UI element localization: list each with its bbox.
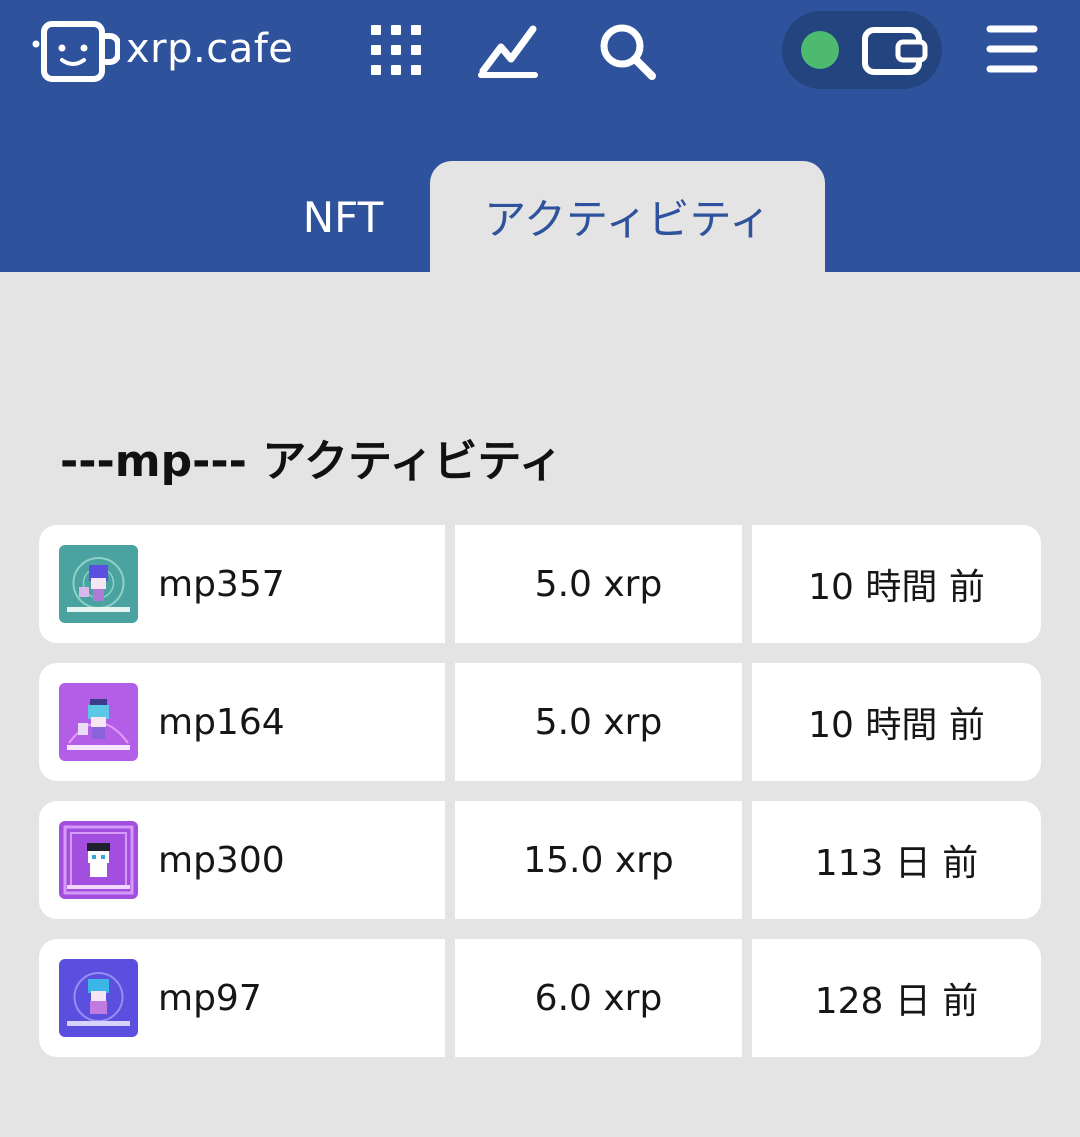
item-price: 15.0 xrp: [455, 801, 742, 919]
xrp-cafe-logo[interactable]: xrp.cafe: [32, 14, 293, 86]
item-cell: mp164: [39, 663, 445, 781]
nft-thumbnail-image: [59, 683, 138, 761]
nft-thumbnail[interactable]: [59, 821, 138, 899]
nft-thumbnail[interactable]: [59, 683, 138, 761]
item-cell: mp300: [39, 801, 445, 919]
activity-row[interactable]: mp97 6.0 xrp 128 日 前: [39, 939, 1041, 1057]
activity-list: mp357 5.0 xrp 10 時間 前 mp164 5.0 xrp 10 時…: [39, 525, 1041, 1077]
search-button[interactable]: [596, 20, 658, 82]
cup-logo-icon: [32, 21, 120, 82]
item-cell: mp357: [39, 525, 445, 643]
chart-line-icon: [478, 25, 538, 78]
page-title: ---mp--- アクティビティ: [60, 436, 563, 487]
item-time: 10 時間 前: [752, 663, 1041, 781]
nft-thumbnail[interactable]: [59, 545, 138, 623]
item-price: 5.0 xrp: [455, 525, 742, 643]
tab-activity[interactable]: アクティビティ: [430, 161, 825, 272]
menu-button[interactable]: [984, 22, 1040, 76]
wallet-icon: [862, 27, 928, 75]
connection-status-dot: [801, 31, 839, 69]
nft-thumbnail-image: [59, 545, 138, 623]
item-name[interactable]: mp164: [158, 663, 285, 781]
item-time: 113 日 前: [752, 801, 1041, 919]
activity-row[interactable]: mp164 5.0 xrp 10 時間 前: [39, 663, 1041, 781]
nft-thumbnail[interactable]: [59, 959, 138, 1037]
item-time: 10 時間 前: [752, 525, 1041, 643]
search-icon: [600, 24, 656, 80]
item-price: 5.0 xrp: [455, 663, 742, 781]
nft-thumbnail-image: [59, 959, 138, 1037]
item-price: 6.0 xrp: [455, 939, 742, 1057]
wallet-connect-button[interactable]: [782, 11, 942, 89]
item-name[interactable]: mp357: [158, 525, 285, 643]
item-cell: mp97: [39, 939, 445, 1057]
activity-row[interactable]: mp357 5.0 xrp 10 時間 前: [39, 525, 1041, 643]
stats-button[interactable]: [476, 20, 540, 80]
nft-thumbnail-image: [59, 821, 138, 899]
item-time: 128 日 前: [752, 939, 1041, 1057]
tab-nft[interactable]: NFT: [266, 162, 420, 272]
app-header: xrp.cafe NFT アクティビティ: [0, 0, 1080, 272]
item-name[interactable]: mp300: [158, 801, 285, 919]
hamburger-menu-icon: [986, 25, 1038, 73]
collections-grid-button[interactable]: [368, 22, 424, 78]
brand-name: xrp.cafe: [126, 26, 294, 72]
activity-row[interactable]: mp300 15.0 xrp 113 日 前: [39, 801, 1041, 919]
item-name[interactable]: mp97: [158, 939, 262, 1057]
grid-icon: [371, 25, 421, 75]
